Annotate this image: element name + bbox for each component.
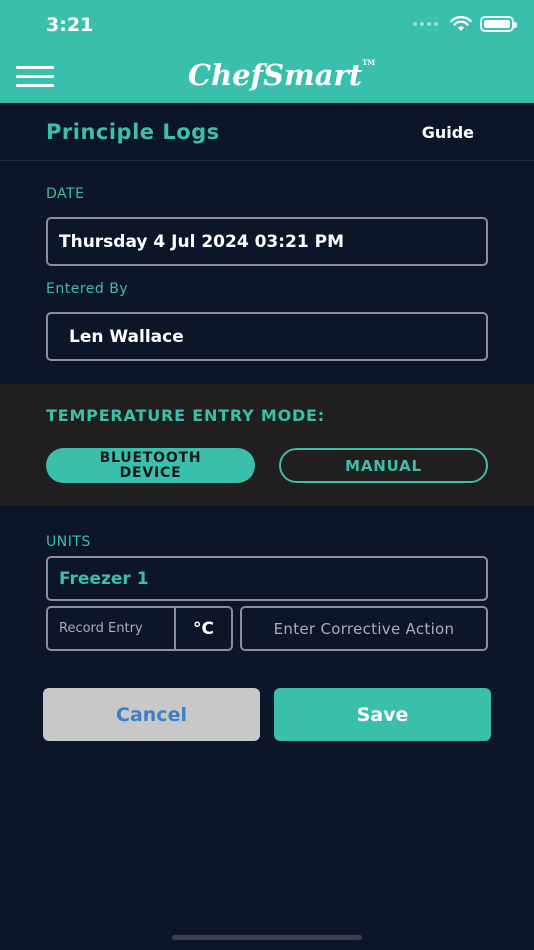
units-value: Freezer 1 (59, 568, 149, 589)
bluetooth-label-line1: BLUETOOTH (99, 449, 202, 466)
entered-by-value: Len Wallace (69, 326, 184, 347)
guide-button[interactable]: Guide (422, 123, 474, 142)
record-entry-input[interactable]: Record Entry (48, 608, 176, 649)
page-header: Principle Logs Guide (0, 103, 534, 161)
chefsmart-logo: ChefSmartTM (188, 58, 376, 92)
date-value: Thursday 4 Jul 2024 03:21 PM (59, 231, 344, 252)
menu-icon[interactable] (16, 66, 54, 88)
units-label: UNITS (46, 534, 91, 550)
wifi-icon (450, 16, 472, 31)
bluetooth-label-line2: DEVICE (119, 464, 182, 481)
entered-by-field[interactable]: Len Wallace (46, 312, 488, 361)
manual-label: MANUAL (345, 456, 422, 475)
status-time: 3:21 (46, 14, 94, 36)
cancel-button[interactable]: Cancel (43, 688, 260, 741)
battery-icon (480, 16, 517, 32)
signal-icon (413, 22, 438, 26)
date-field[interactable]: Thursday 4 Jul 2024 03:21 PM (46, 217, 488, 266)
temperature-unit[interactable]: °C (176, 608, 231, 649)
mode-title: TEMPERATURE ENTRY MODE: (46, 406, 325, 425)
temperature-entry-mode-section: TEMPERATURE ENTRY MODE: BLUETOOTH DEVICE … (0, 384, 534, 506)
status-icons (413, 16, 517, 32)
page-title: Principle Logs (46, 120, 220, 144)
record-entry-group: Record Entry °C (46, 606, 233, 651)
entered-by-label: Entered By (46, 281, 129, 297)
manual-toggle[interactable]: MANUAL (279, 448, 488, 483)
units-select[interactable]: Freezer 1 (46, 556, 488, 601)
date-label: DATE (46, 186, 85, 202)
top-app-bar: 3:21 ChefSmartTM (0, 0, 534, 103)
save-button[interactable]: Save (274, 688, 491, 741)
home-indicator (172, 935, 362, 940)
bluetooth-device-toggle[interactable]: BLUETOOTH DEVICE (46, 448, 255, 483)
corrective-action-input[interactable]: Enter Corrective Action (240, 606, 488, 651)
